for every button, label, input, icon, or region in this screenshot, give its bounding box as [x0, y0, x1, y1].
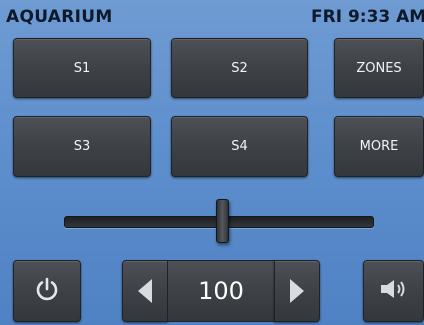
power-icon: [34, 276, 60, 306]
chevron-left-icon: [138, 279, 152, 303]
source-4-button[interactable]: S4: [171, 116, 308, 177]
source-3-button[interactable]: S3: [13, 116, 151, 177]
room-title: AQUARIUM: [6, 7, 113, 27]
volume-value: 100: [168, 260, 274, 322]
source-1-button[interactable]: S1: [13, 38, 151, 98]
speaker-icon: [378, 277, 410, 305]
power-button[interactable]: [13, 260, 81, 322]
volume-slider-thumb[interactable]: [216, 199, 229, 243]
mute-button[interactable]: [363, 260, 424, 322]
source-2-button[interactable]: S2: [171, 38, 308, 98]
volume-up-button[interactable]: [274, 260, 320, 322]
more-button[interactable]: MORE: [334, 116, 424, 177]
clock: FRI 9:33 AM: [311, 7, 424, 27]
chevron-right-icon: [290, 279, 304, 303]
top-bar: AQUARIUM FRI 9:33 AM: [0, 0, 424, 34]
volume-down-button[interactable]: [122, 260, 168, 322]
zones-button[interactable]: ZONES: [334, 38, 424, 98]
